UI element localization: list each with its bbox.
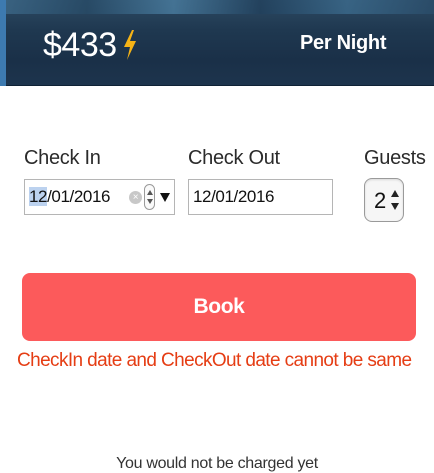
increment-icon[interactable] bbox=[391, 190, 399, 197]
guests-stepper[interactable]: 2 bbox=[364, 178, 404, 222]
guests-value: 2 bbox=[374, 188, 387, 213]
checkout-date-value: 12/01/2016 bbox=[193, 187, 275, 206]
checkin-date-rest: /01/2016 bbox=[47, 187, 111, 206]
checkin-date-input[interactable]: 12/01/2016 × bbox=[24, 179, 175, 215]
clear-icon[interactable]: × bbox=[129, 191, 142, 204]
guests-label: Guests bbox=[364, 147, 426, 169]
lightning-bolt-icon bbox=[124, 30, 136, 60]
price-header: $433 Per Night bbox=[0, 0, 434, 86]
date-spinner-icon[interactable] bbox=[144, 184, 155, 210]
price-value: $433 bbox=[43, 26, 117, 64]
checkin-label: Check In bbox=[24, 147, 101, 169]
per-night-label: Per Night bbox=[300, 32, 387, 54]
checkin-date-value: 12/01/2016 bbox=[29, 187, 110, 207]
checkin-selected-segment: 12 bbox=[29, 187, 48, 206]
checkout-label: Check Out bbox=[188, 147, 280, 169]
book-button[interactable]: Book bbox=[22, 273, 416, 341]
checkout-date-input[interactable]: 12/01/2016 bbox=[188, 179, 333, 215]
dropdown-arrow-icon[interactable] bbox=[160, 193, 170, 202]
decrement-icon[interactable] bbox=[391, 203, 399, 210]
error-message: CheckIn date and CheckOut date cannot be… bbox=[17, 350, 412, 371]
charge-note: You would not be charged yet bbox=[116, 455, 318, 472]
